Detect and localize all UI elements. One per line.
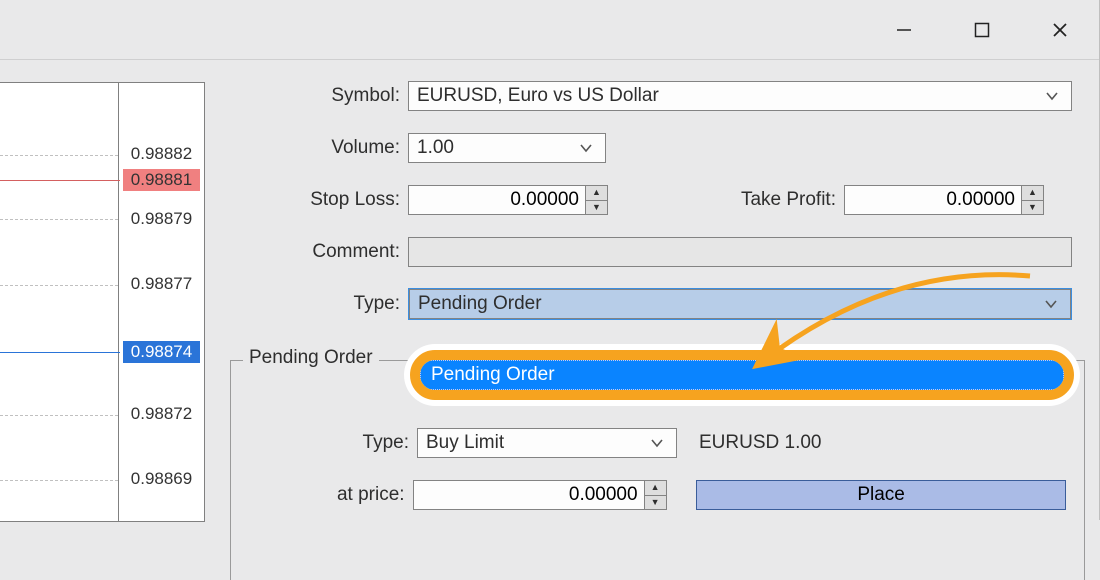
atprice-input[interactable]: [414, 481, 644, 509]
row-comment: Comment:: [230, 236, 1085, 268]
bid-price-line: [0, 352, 120, 353]
chart-gridline: [0, 155, 118, 156]
chevron-down-icon: [646, 436, 668, 450]
order-dialog-window: 0.98882 0.98881 0.98879 0.98877 0.98874 …: [0, 0, 1100, 520]
row-at-price: at price: ▲ ▼ Place: [249, 479, 1066, 511]
comment-label: Comment:: [230, 241, 400, 263]
spinner-buttons: ▲ ▼: [1021, 186, 1043, 214]
pending-order-fieldset: Pending Order Type: Buy Limit EURUSD 1.0…: [230, 360, 1085, 580]
pending-summary: EURUSD 1.00: [699, 432, 822, 454]
price-tick: 0.98872: [123, 403, 200, 425]
chart-gridline: [0, 480, 118, 481]
chart-gridline: [0, 415, 118, 416]
atprice-label: at price:: [249, 484, 405, 506]
spin-up-icon[interactable]: ▲: [645, 481, 666, 496]
price-tick: 0.98869: [123, 468, 200, 490]
spin-up-icon[interactable]: ▲: [1022, 186, 1043, 201]
fieldset-legend: Pending Order: [243, 347, 379, 369]
row-slt-tp: Stop Loss: ▲ ▼ Take Profit: ▲ ▼: [230, 184, 1085, 216]
maximize-icon: [974, 22, 990, 38]
symbol-value: EURUSD, Euro vs US Dollar: [417, 85, 659, 107]
chart-plot-area: [0, 83, 119, 521]
stoploss-label: Stop Loss:: [230, 189, 400, 211]
spin-up-icon[interactable]: ▲: [586, 186, 607, 201]
spin-down-icon[interactable]: ▼: [586, 201, 607, 215]
price-tick-bid: 0.98874: [123, 341, 200, 363]
chevron-down-icon: [1041, 89, 1063, 103]
spinner-buttons: ▲ ▼: [585, 186, 607, 214]
place-button[interactable]: Place: [696, 480, 1066, 510]
titlebar: [0, 0, 1099, 60]
close-button[interactable]: [1021, 7, 1099, 53]
row-volume: Volume: 1.00: [230, 132, 1085, 164]
spin-down-icon[interactable]: ▼: [1022, 201, 1043, 215]
volume-dropdown[interactable]: 1.00: [408, 133, 606, 163]
volume-value: 1.00: [417, 137, 454, 159]
chart-gridline: [0, 219, 118, 220]
takeprofit-spinner[interactable]: ▲ ▼: [844, 185, 1044, 215]
pending-type-value: Buy Limit: [426, 432, 504, 454]
stoploss-spinner[interactable]: ▲ ▼: [408, 185, 608, 215]
type-option-pending-order[interactable]: Pending Order: [420, 360, 1064, 390]
price-tick: 0.98882: [123, 143, 200, 165]
minimize-button[interactable]: [865, 7, 943, 53]
ask-price-line: [0, 180, 120, 181]
row-type: Type: Pending Order: [230, 288, 1085, 320]
maximize-button[interactable]: [943, 7, 1021, 53]
chevron-down-icon: [575, 141, 597, 155]
type-label: Type:: [230, 293, 400, 315]
minimize-icon: [895, 21, 913, 39]
chart-gridline: [0, 285, 118, 286]
type-dropdown[interactable]: Pending Order: [408, 288, 1072, 320]
pending-type-dropdown[interactable]: Buy Limit: [417, 428, 677, 458]
pending-type-label: Type:: [249, 432, 409, 454]
symbol-label: Symbol:: [230, 85, 400, 107]
spinner-buttons: ▲ ▼: [644, 481, 666, 509]
atprice-spinner[interactable]: ▲ ▼: [413, 480, 667, 510]
row-symbol: Symbol: EURUSD, Euro vs US Dollar: [230, 80, 1085, 112]
close-icon: [1051, 21, 1069, 39]
volume-label: Volume:: [230, 137, 400, 159]
price-scale: 0.98882 0.98881 0.98879 0.98877 0.98874 …: [119, 83, 204, 521]
content-area: 0.98882 0.98881 0.98879 0.98877 0.98874 …: [0, 60, 1099, 520]
takeprofit-input[interactable]: [845, 186, 1021, 214]
row-pending-type: Type: Buy Limit EURUSD 1.00: [249, 427, 1066, 459]
chevron-down-icon: [1040, 297, 1062, 311]
price-tick: 0.98879: [123, 208, 200, 230]
type-value: Pending Order: [418, 293, 542, 315]
tick-chart-panel: 0.98882 0.98881 0.98879 0.98877 0.98874 …: [0, 82, 205, 522]
spin-down-icon[interactable]: ▼: [645, 496, 666, 510]
stoploss-input[interactable]: [409, 186, 585, 214]
order-form: Symbol: EURUSD, Euro vs US Dollar Volume…: [230, 80, 1085, 520]
symbol-dropdown[interactable]: EURUSD, Euro vs US Dollar: [408, 81, 1072, 111]
price-tick: 0.98877: [123, 273, 200, 295]
takeprofit-label: Take Profit:: [616, 189, 836, 211]
price-tick-ask: 0.98881: [123, 169, 200, 191]
comment-input[interactable]: [408, 237, 1072, 267]
